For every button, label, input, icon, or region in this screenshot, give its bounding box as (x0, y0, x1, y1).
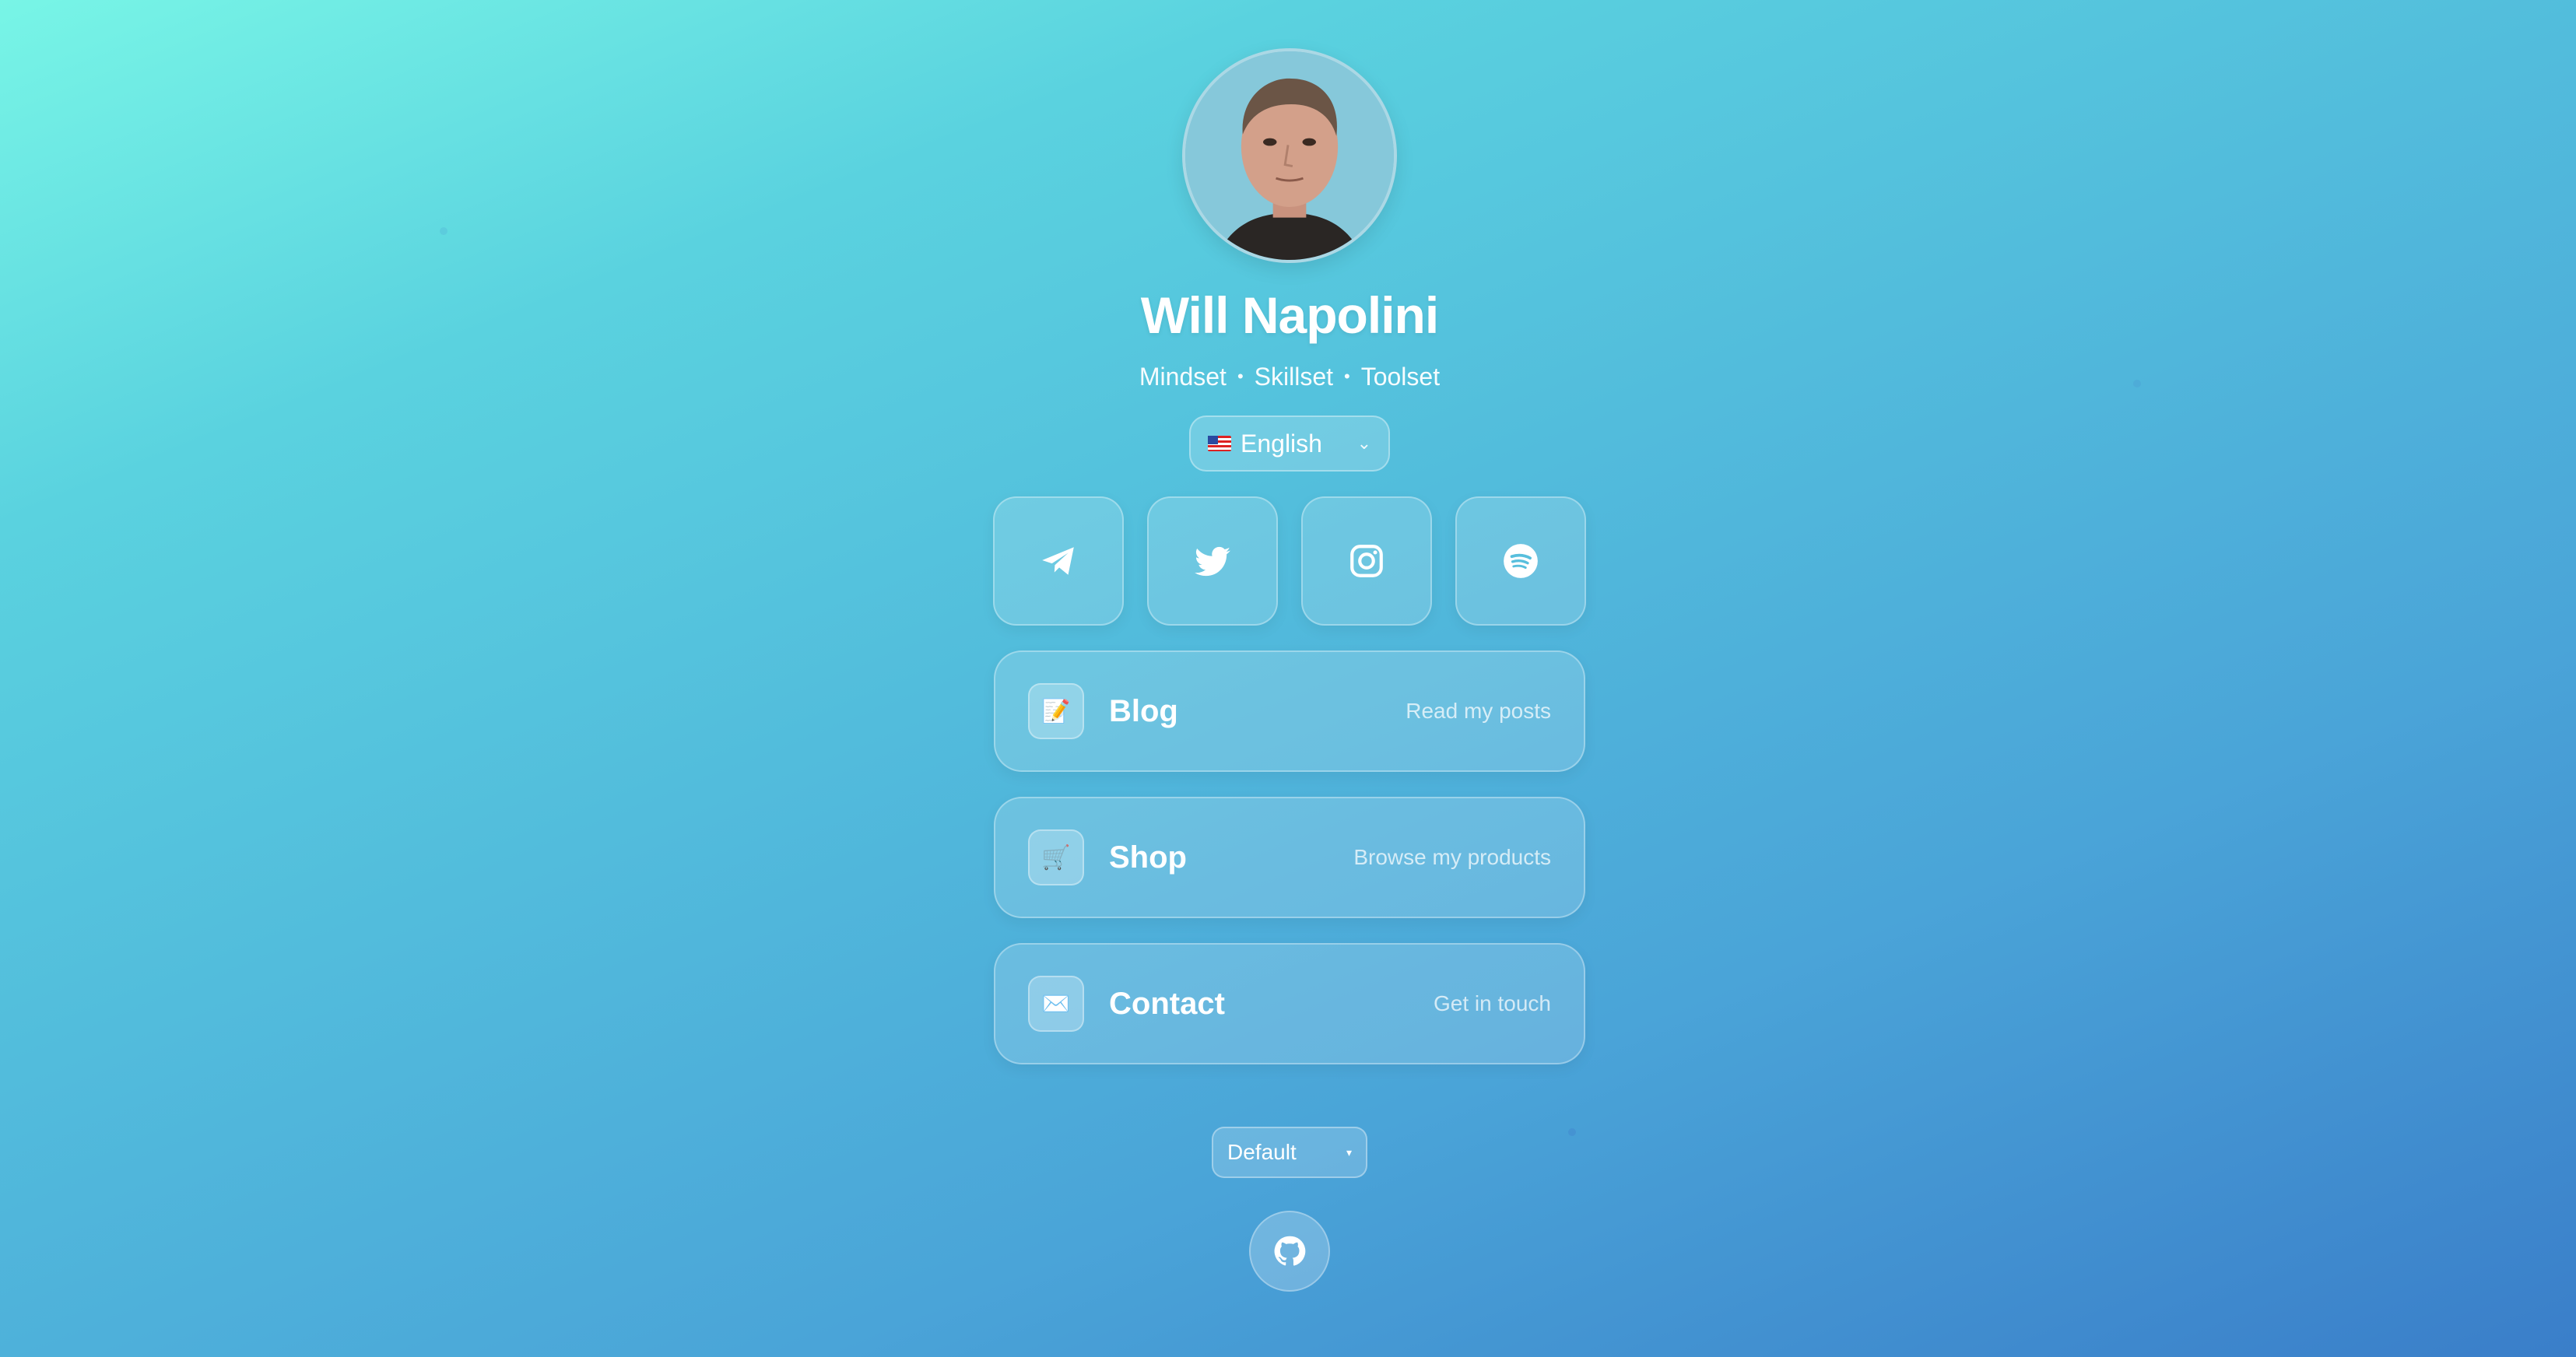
background-speck (440, 227, 447, 235)
language-label: English (1241, 429, 1322, 458)
card-title: Shop (1109, 840, 1187, 875)
background-speck (2133, 380, 2141, 387)
theme-label: Default (1227, 1140, 1297, 1164)
tagline-separator: • (1237, 366, 1244, 386)
card-subtitle: Get in touch (1434, 991, 1551, 1015)
social-links (993, 496, 1586, 626)
tagline-separator: • (1344, 366, 1350, 386)
spotify-button[interactable] (1455, 496, 1586, 626)
shop-link-card[interactable]: 🛒 Shop Browse my products (994, 797, 1585, 918)
instagram-icon (1350, 545, 1383, 577)
tagline-item: Skillset (1254, 363, 1333, 391)
tagline-item: Toolset (1360, 363, 1441, 391)
profile-column: Will Napolini Mindset • Skillset • Tools… (993, 0, 1586, 1292)
blog-link-card[interactable]: 📝 Blog Read my posts (994, 650, 1585, 772)
instagram-button[interactable] (1301, 496, 1432, 626)
memo-icon: 📝 (1028, 683, 1084, 739)
theme-select[interactable]: Default ▾ (1212, 1127, 1367, 1178)
page: Will Napolini Mindset • Skillset • Tools… (0, 0, 2576, 1357)
telegram-button[interactable] (993, 496, 1124, 626)
contact-link-card[interactable]: ✉️ Contact Get in touch (994, 943, 1585, 1064)
tagline-item: Mindset (1139, 363, 1227, 391)
card-title: Blog (1109, 693, 1178, 728)
language-select[interactable]: English ⌄ (1189, 416, 1390, 472)
caret-down-icon: ▾ (1346, 1145, 1352, 1159)
github-button[interactable] (1249, 1211, 1330, 1292)
tagline: Mindset • Skillset • Toolset (1139, 364, 1440, 389)
shopping-cart-icon: 🛒 (1028, 829, 1084, 885)
card-subtitle: Read my posts (1406, 699, 1551, 723)
card-title: Contact (1109, 986, 1225, 1021)
twitter-button[interactable] (1147, 496, 1278, 626)
github-icon (1274, 1236, 1306, 1266)
envelope-icon: ✉️ (1028, 976, 1084, 1032)
twitter-icon (1195, 546, 1230, 577)
link-cards: 📝 Blog Read my posts 🛒 Shop Browse my pr… (994, 650, 1585, 1064)
spotify-icon (1504, 544, 1538, 578)
profile-name: Will Napolini (1140, 286, 1439, 344)
avatar-image (1185, 51, 1394, 260)
avatar (1182, 48, 1397, 263)
telegram-icon (1042, 547, 1074, 575)
chevron-down-icon: ⌄ (1356, 433, 1371, 453)
card-subtitle: Browse my products (1353, 845, 1551, 869)
us-flag-icon (1208, 436, 1231, 451)
